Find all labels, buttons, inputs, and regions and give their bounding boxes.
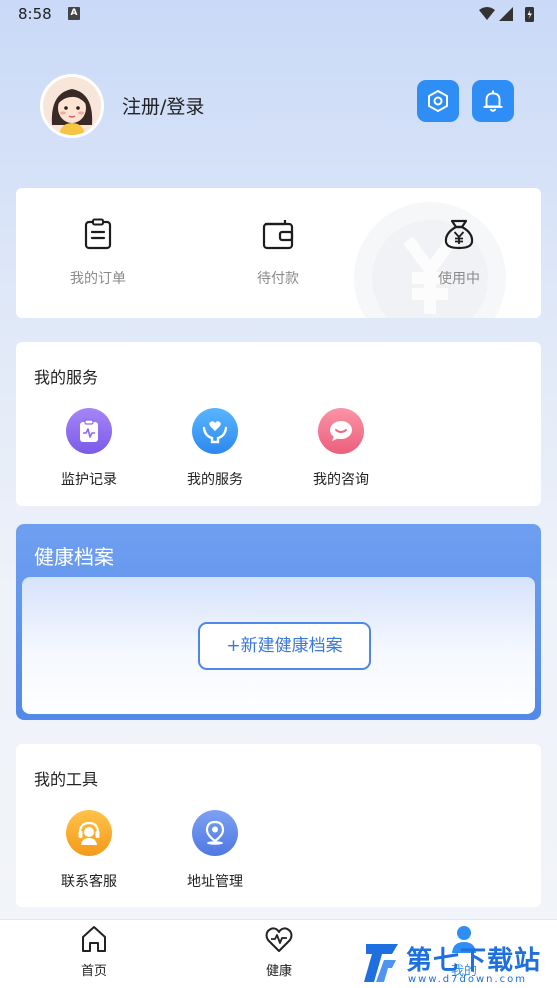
settings-button[interactable] [417, 80, 459, 122]
monitor-record-label: 监护记录 [61, 472, 117, 488]
my-service-label: 我的服务 [187, 472, 243, 488]
new-health-record-button[interactable]: +新建健康档案 [198, 622, 371, 670]
tools-card: 我的工具 联系客服 地址管理 [16, 744, 541, 907]
tab-home-label: 首页 [80, 964, 107, 979]
pending-payment-item[interactable]: 待付款 [218, 218, 338, 288]
tab-health-label: 健康 [265, 964, 292, 979]
customer-service-label: 联系客服 [61, 874, 117, 890]
settings-hexagon-icon [428, 90, 448, 112]
health-record-title: 健康档案 [34, 545, 114, 569]
my-service-item[interactable]: 我的服务 [160, 408, 270, 489]
login-register-link[interactable]: 注册/登录 [122, 92, 204, 119]
care-heart-icon [192, 408, 238, 454]
health-record-panel: +新建健康档案 [22, 577, 535, 714]
status-bar: 8:58 A [0, 0, 557, 28]
status-icons [479, 7, 534, 22]
chat-bubble-icon [318, 408, 364, 454]
health-record-card: 健康档案 +新建健康档案 [16, 524, 541, 720]
my-consult-label: 我的咨询 [313, 472, 369, 488]
pending-payment-label: 待付款 [257, 271, 299, 287]
tools-title: 我的工具 [34, 770, 99, 789]
home-icon [82, 926, 106, 952]
wifi-icon [479, 7, 495, 20]
address-manage-item[interactable]: 地址管理 [160, 810, 270, 891]
in-use-label: 使用中 [438, 271, 480, 287]
monitor-record-item[interactable]: 监护记录 [34, 408, 144, 489]
notifications-button[interactable] [472, 80, 514, 122]
watermark-brand: 第七下载站 [406, 946, 542, 976]
in-use-item[interactable]: 使用中 [399, 218, 519, 288]
location-pin-icon [192, 810, 238, 856]
watermark-logo-icon [364, 944, 398, 982]
customer-service-item[interactable]: 联系客服 [34, 810, 144, 891]
status-time: 8:58 [18, 5, 52, 23]
wallet-icon [262, 220, 294, 250]
bell-icon [483, 90, 503, 112]
my-orders-label: 我的订单 [70, 271, 126, 287]
heart-pulse-icon [265, 927, 293, 952]
avatar[interactable] [40, 74, 104, 138]
site-watermark: 第七下载站 www.d7down.com [360, 938, 557, 988]
tab-home[interactable]: 首页 [54, 924, 134, 979]
my-orders-item[interactable]: 我的订单 [38, 218, 158, 288]
signal-icon [499, 7, 513, 21]
monitor-record-icon [66, 408, 112, 454]
customer-service-icon [66, 810, 112, 856]
tab-health[interactable]: 健康 [239, 924, 319, 979]
notification-icon: A [68, 7, 80, 20]
services-title: 我的服务 [34, 368, 99, 387]
my-consult-item[interactable]: 我的咨询 [286, 408, 396, 489]
watermark-url: www.d7down.com [408, 974, 528, 985]
address-manage-label: 地址管理 [187, 874, 243, 890]
orders-card: 我的订单 待付款 使用中 [16, 188, 541, 318]
services-card: 我的服务 监护记录 我的服务 我的咨询 [16, 342, 541, 506]
money-bag-icon [444, 219, 474, 250]
clipboard-icon [84, 218, 112, 250]
